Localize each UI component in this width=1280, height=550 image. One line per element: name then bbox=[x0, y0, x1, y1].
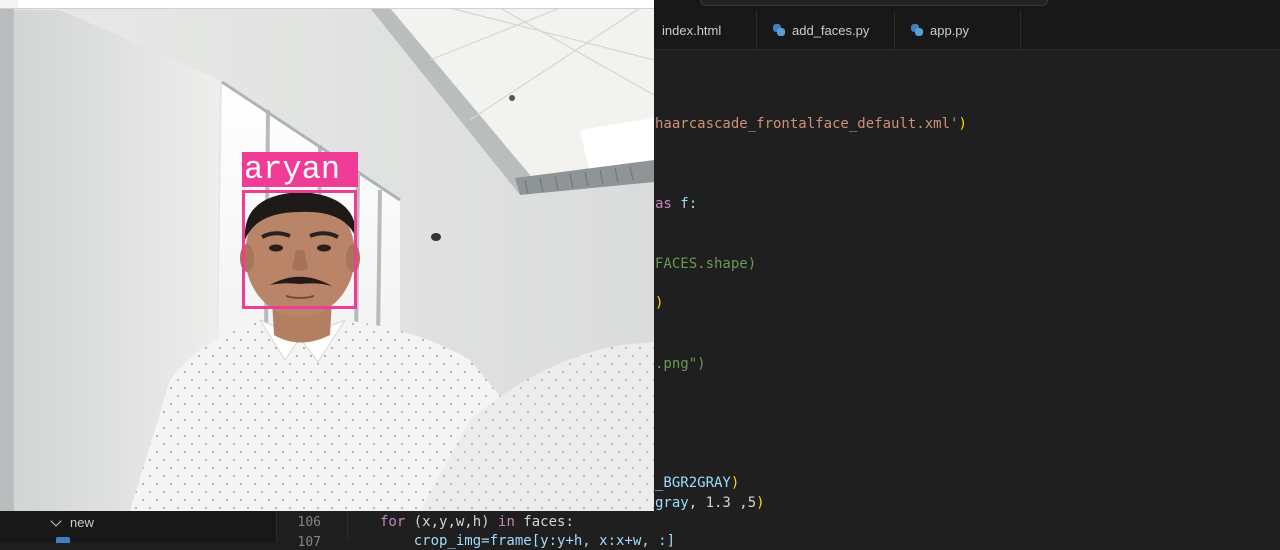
line-number: 106 bbox=[297, 515, 321, 530]
face-name-label: aryan bbox=[242, 152, 358, 187]
window-icon bbox=[0, 0, 18, 8]
code-line: for (x,y,w,h) in faces: bbox=[380, 514, 574, 530]
code-line: as f: bbox=[655, 196, 698, 212]
tab-add-faces-py[interactable]: add_faces.py bbox=[757, 11, 895, 49]
chevron-down-icon bbox=[50, 514, 62, 527]
line-number: 107 bbox=[297, 535, 321, 550]
code-line: FACES.shape) bbox=[655, 256, 757, 272]
camera-window-title-bar[interactable] bbox=[0, 0, 654, 9]
python-icon bbox=[773, 24, 785, 36]
face-detection-box bbox=[242, 190, 357, 309]
code-line: crop_img=frame[y:y+h, x:x+w, :] bbox=[380, 533, 676, 549]
explorer-folder-new[interactable]: new bbox=[50, 514, 94, 530]
python-icon bbox=[56, 537, 70, 543]
line-number-gutter: 106 107 bbox=[277, 511, 348, 550]
python-icon bbox=[911, 24, 923, 36]
code-line: _BGR2GRAY) bbox=[655, 475, 740, 491]
camera-frame-window: aryan bbox=[0, 0, 654, 511]
command-center-search[interactable] bbox=[700, 0, 1048, 6]
folder-label: new bbox=[70, 515, 94, 530]
code-line: gray, 1.3 ,5) bbox=[655, 495, 765, 511]
tab-app-py[interactable]: app.py bbox=[895, 11, 1021, 49]
tab-index-html[interactable]: index.html bbox=[646, 11, 757, 49]
tab-label: add_faces.py bbox=[792, 22, 870, 38]
code-line: .png") bbox=[655, 356, 706, 372]
explorer-panel: new bbox=[0, 511, 277, 543]
tab-label: index.html bbox=[662, 22, 722, 38]
code-line: haarcascade_frontalface_default.xml') bbox=[655, 116, 967, 132]
code-line: ) bbox=[655, 295, 664, 311]
tab-label: app.py bbox=[930, 22, 970, 38]
